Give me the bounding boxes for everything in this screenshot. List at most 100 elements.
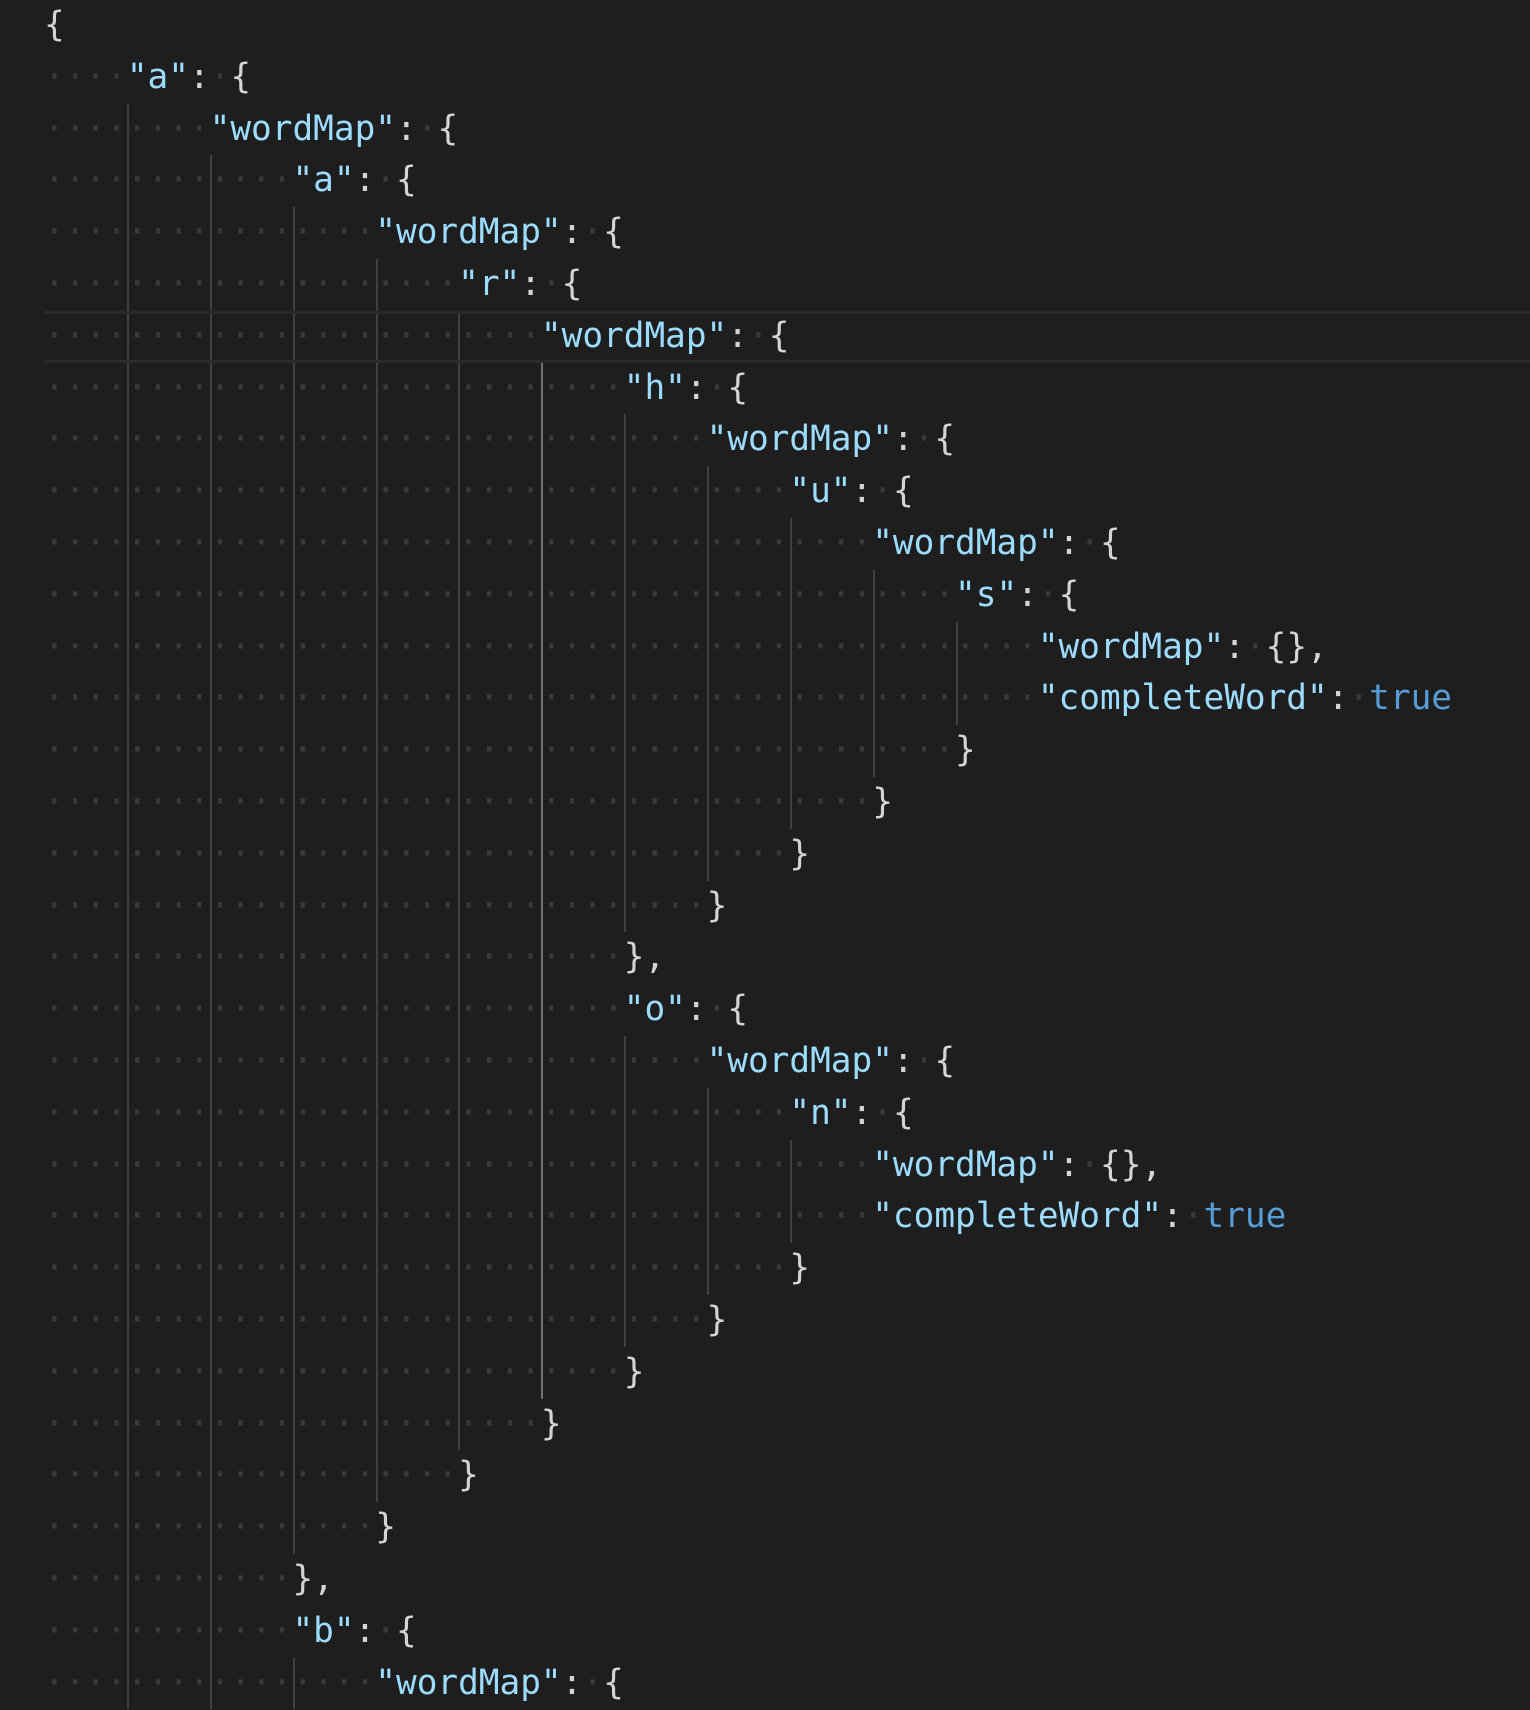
json-key: "n" xyxy=(789,1092,852,1133)
indent-guide xyxy=(292,466,295,518)
code-line[interactable]: ········································… xyxy=(44,1191,1530,1244)
code-line[interactable]: ························"wordMap":·{ xyxy=(44,310,1530,363)
code-line[interactable]: ····························}, xyxy=(44,932,1530,985)
code-line[interactable]: { xyxy=(44,0,1530,52)
indent-guide xyxy=(789,1139,792,1192)
whitespace: · xyxy=(1037,574,1059,615)
code-line[interactable]: ····································"u":… xyxy=(44,466,1530,518)
code-line[interactable]: ········································… xyxy=(44,569,1530,622)
code-line[interactable]: ········································… xyxy=(44,725,1530,777)
whitespace: · xyxy=(540,263,562,304)
indent-guide xyxy=(541,1346,544,1399)
code-line[interactable]: ············"b":·{ xyxy=(44,1605,1530,1658)
code-line[interactable]: ····················"r":·{ xyxy=(44,258,1530,311)
indent-guide xyxy=(209,466,212,518)
json-key: "b" xyxy=(292,1610,355,1651)
indent-guide xyxy=(375,1035,378,1088)
code-line[interactable]: ················"wordMap":·{ xyxy=(44,1657,1530,1710)
indent-guide xyxy=(292,362,295,415)
indent-guide xyxy=(789,569,792,622)
indent-guide xyxy=(209,1450,212,1503)
code-line[interactable]: ················"wordMap":·{ xyxy=(44,207,1530,259)
indent-guide xyxy=(292,880,295,933)
colon: : xyxy=(520,263,541,304)
code-line[interactable]: ········"wordMap":·{ xyxy=(44,103,1530,156)
indent-guide xyxy=(541,1139,544,1192)
json-brace: { xyxy=(768,315,790,356)
indent-guide xyxy=(126,1346,129,1399)
indent-guide xyxy=(126,569,129,622)
code-line[interactable]: ································} xyxy=(44,1294,1530,1347)
json-key: "wordMap" xyxy=(375,1662,562,1703)
indent-guide xyxy=(624,517,627,570)
indent-whitespace: ···························· xyxy=(44,989,624,1030)
code-line[interactable]: ····"a":·{ xyxy=(44,52,1530,104)
indent-guide xyxy=(541,776,544,829)
code-line[interactable]: ····························"h":·{ xyxy=(44,362,1530,415)
indent-guide xyxy=(872,569,875,622)
indent-guide xyxy=(624,569,627,622)
code-line[interactable]: ········································… xyxy=(44,1139,1530,1192)
indent-guide xyxy=(375,414,378,467)
code-line[interactable]: ····································} xyxy=(44,828,1530,881)
code-line[interactable]: ············}, xyxy=(44,1553,1530,1606)
indent-guide xyxy=(624,673,627,726)
indent-guide xyxy=(707,725,710,777)
code-line[interactable]: ····························"o":·{ xyxy=(44,984,1530,1036)
code-line[interactable]: ········································… xyxy=(44,673,1530,726)
indent-guide xyxy=(541,517,544,570)
indent-guide xyxy=(292,1450,295,1503)
indent-guide xyxy=(458,569,461,622)
json-brace: { xyxy=(437,108,459,149)
indent-guide xyxy=(375,313,378,360)
indent-guide xyxy=(126,932,129,985)
code-line[interactable]: ············"a":·{ xyxy=(44,155,1530,208)
code-line[interactable]: ································"wordMap… xyxy=(44,414,1530,467)
indent-guide xyxy=(126,362,129,415)
indent-guide xyxy=(458,517,461,570)
indent-guide xyxy=(209,207,212,259)
code-line[interactable]: ································} xyxy=(44,880,1530,933)
code-line[interactable]: ························} xyxy=(44,1398,1530,1451)
indent-guide xyxy=(458,932,461,985)
json-key: "h" xyxy=(623,367,686,408)
json-key: "wordMap" xyxy=(209,108,396,149)
indent-whitespace: ···································· xyxy=(44,833,790,874)
indent-guide xyxy=(209,1553,212,1606)
code-line[interactable]: ····································"n":… xyxy=(44,1087,1530,1140)
code-line[interactable]: ····································} xyxy=(44,1243,1530,1295)
code-line[interactable]: ········································… xyxy=(44,621,1530,674)
indent-guide xyxy=(126,776,129,829)
indent-guide xyxy=(541,673,544,726)
code-line[interactable]: ········································… xyxy=(44,776,1530,829)
indent-guide xyxy=(458,1035,461,1088)
indent-guide xyxy=(375,1398,378,1451)
indent-guide xyxy=(209,776,212,829)
code-line[interactable]: ········································… xyxy=(44,517,1530,570)
code-line[interactable]: ····················} xyxy=(44,1450,1530,1503)
indent-guide xyxy=(624,725,627,777)
indent-guide xyxy=(375,725,378,777)
indent-guide xyxy=(126,1294,129,1347)
indent-guide xyxy=(707,776,710,829)
indent-guide xyxy=(458,466,461,518)
json-key: "wordMap" xyxy=(706,419,893,460)
code-editor[interactable]: {····"a":·{········"wordMap":·{·········… xyxy=(44,0,1530,1710)
indent-guide xyxy=(955,621,958,674)
indent-guide xyxy=(292,725,295,777)
indent-guide xyxy=(209,517,212,570)
code-line[interactable]: ································"wordMap… xyxy=(44,1035,1530,1088)
indent-guide xyxy=(126,1553,129,1606)
whitespace: · xyxy=(582,1662,604,1703)
indent-guide xyxy=(789,725,792,777)
whitespace: · xyxy=(913,1040,935,1081)
code-line[interactable]: ················} xyxy=(44,1502,1530,1554)
indent-guide xyxy=(541,984,544,1036)
json-brace: { xyxy=(396,1610,417,1651)
code-line[interactable]: ····························} xyxy=(44,1346,1530,1399)
indent-guide xyxy=(375,466,378,518)
json-brace: { xyxy=(1058,574,1080,615)
indent-guide xyxy=(707,569,710,622)
indent-guide xyxy=(458,414,461,467)
indent-guide xyxy=(126,1243,129,1295)
